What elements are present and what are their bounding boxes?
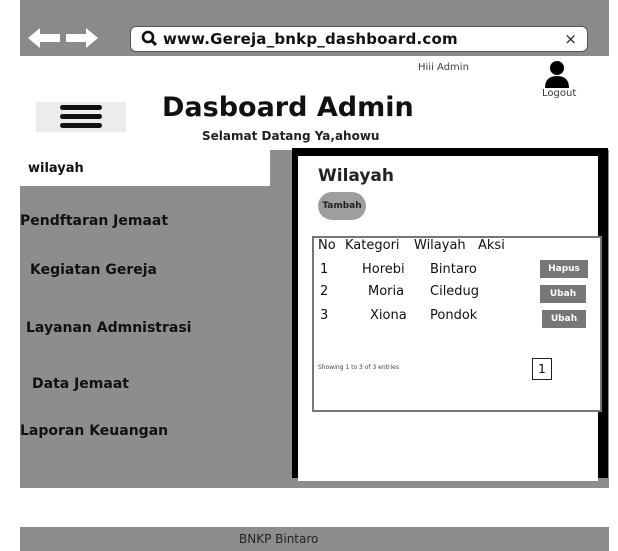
add-button[interactable]: Tambah	[318, 192, 366, 220]
sidebar-item-label: wilayah	[28, 161, 84, 176]
logout-button[interactable]: Logout	[542, 88, 576, 99]
edit-button[interactable]: Ubah	[540, 285, 586, 303]
table-cell-kategori: Moria	[368, 284, 405, 299]
sidebar: wilayah Pendftaran Jemaat Kegiatan Gerej…	[20, 150, 290, 488]
column-header-aksi: Aksi	[478, 238, 505, 253]
table-cell-wilayah: Pondok	[430, 308, 478, 323]
sidebar-item-kegiatan-gereja[interactable]: Kegiatan Gereja	[30, 262, 157, 278]
column-header-wilayah: Wilayah	[414, 238, 466, 253]
menu-toggle-button[interactable]	[36, 102, 126, 132]
sidebar-item-layanan-administrasi[interactable]: Layanan Admnistrasi	[26, 320, 191, 336]
app-window: www.Gereja_bnkp_dashboard.com × Hiii Adm…	[20, 0, 609, 551]
page-subtitle: Selamat Datang Ya,ahowu	[202, 129, 380, 143]
close-icon[interactable]: ×	[564, 30, 577, 48]
footer: BNKP Bintaro	[20, 527, 609, 551]
table-cell-wilayah: Ciledug	[430, 284, 480, 299]
address-bar[interactable]: www.Gereja_bnkp_dashboard.com ×	[130, 26, 588, 52]
sidebar-item-wilayah[interactable]: wilayah	[20, 150, 270, 186]
browser-toolbar: www.Gereja_bnkp_dashboard.com ×	[20, 0, 609, 56]
sidebar-item-laporan-keuangan[interactable]: Laporan Keuangan	[20, 423, 168, 439]
table-cell-kategori: Horebi	[362, 262, 405, 277]
hamburger-menu-icon	[60, 105, 102, 129]
delete-button[interactable]: Hapus	[540, 260, 588, 278]
url-text: www.Gereja_bnkp_dashboard.com	[163, 30, 458, 48]
arrow-left-icon[interactable]	[28, 28, 60, 48]
table-cell-no: 3	[320, 308, 329, 323]
pagination-info: Showing 1 to 3 of 3 entries	[318, 364, 399, 371]
footer-text: BNKP Bintaro	[239, 532, 319, 546]
column-header-kategori: Kategori	[345, 238, 400, 253]
search-icon	[141, 30, 157, 47]
table-cell-no: 2	[320, 284, 329, 299]
table-cell-kategori: Xiona	[370, 308, 407, 323]
user-icon	[545, 61, 569, 88]
page-title: Dasboard Admin	[162, 92, 414, 123]
section-title: Wilayah	[318, 166, 395, 186]
edit-button[interactable]: Ubah	[542, 310, 586, 328]
sidebar-item-data-jemaat[interactable]: Data Jemaat	[32, 376, 129, 392]
sidebar-item-pendaftaran-jemaat[interactable]: Pendftaran Jemaat	[20, 213, 168, 229]
page-number-button[interactable]: 1	[532, 358, 552, 380]
table-cell-wilayah: Bintaro	[430, 262, 477, 277]
table-cell-no: 1	[320, 262, 329, 277]
greeting-text: Hiii Admin	[418, 62, 469, 73]
column-header-no: No	[318, 238, 336, 253]
arrow-right-icon[interactable]	[66, 28, 98, 48]
